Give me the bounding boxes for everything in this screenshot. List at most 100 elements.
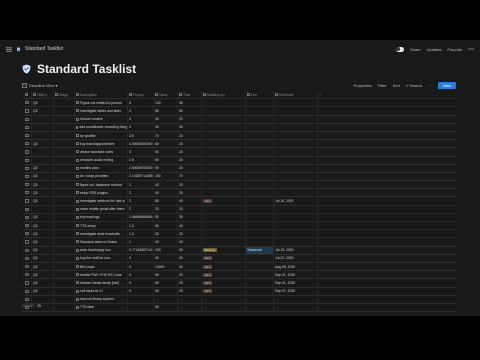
share-button[interactable]: Share xyxy=(410,47,421,52)
cell-value[interactable]: 40 xyxy=(154,123,178,131)
cell-stage[interactable] xyxy=(54,172,75,181)
checkbox[interactable] xyxy=(25,289,29,293)
row-checkbox-cell[interactable] xyxy=(22,164,32,172)
cell-time[interactable]: 20 xyxy=(178,148,202,156)
checkbox[interactable] xyxy=(25,199,29,203)
cell-description[interactable]: months plan xyxy=(75,164,128,172)
cell-priority[interactable]: 2 xyxy=(128,181,154,189)
cell-due[interactable] xyxy=(246,238,274,246)
row-checkbox-cell[interactable] xyxy=(22,131,32,140)
row-checkbox-cell[interactable] xyxy=(22,287,32,295)
row-checkbox-cell[interactable] xyxy=(22,246,32,254)
cell-time[interactable]: 60 xyxy=(178,107,202,115)
cell-modified[interactable]: Next xyxy=(202,254,246,262)
cell-priority[interactable]: 0 xyxy=(128,279,154,287)
cell-description[interactable]: Unlock content xyxy=(75,115,128,123)
header-priority[interactable]: Priority xyxy=(128,91,154,99)
row-checkbox-cell[interactable] xyxy=(22,107,32,115)
cell-due[interactable] xyxy=(246,213,274,221)
cell-priority[interactable]: 1.5 xyxy=(128,230,154,238)
cell-time[interactable]: 30 xyxy=(178,254,202,262)
cell-object[interactable]: Q3 xyxy=(32,140,54,148)
cell-due[interactable] xyxy=(246,271,274,279)
cell-priority[interactable]: 2 xyxy=(128,189,154,197)
cell-value[interactable]: 100 xyxy=(154,99,178,107)
cell-modified[interactable] xyxy=(202,115,246,123)
row-checkbox-cell[interactable] xyxy=(22,99,32,107)
breadcrumb[interactable]: Standard Tasklist xyxy=(6,46,63,52)
table-row[interactable]: Q3 investigate tables and stats 2 80 60 xyxy=(22,107,456,116)
filter-button[interactable]: Filter xyxy=(378,83,387,88)
cell-reminder[interactable] xyxy=(274,115,318,123)
cell-due[interactable] xyxy=(246,115,274,123)
cell-modified[interactable]: Next xyxy=(202,197,246,205)
checkbox[interactable] xyxy=(25,232,29,236)
cell-description[interactable]: Standard tasks to Notion xyxy=(75,238,128,246)
cell-priority[interactable]: 2.50000000000 xyxy=(128,164,154,172)
cell-object[interactable]: Q3 xyxy=(32,197,54,205)
cell-object[interactable]: Q3 xyxy=(32,246,54,254)
cell-description[interactable]: null tasks fix v1 xyxy=(75,287,128,295)
cell-due[interactable] xyxy=(246,123,274,131)
table-row[interactable]: Q3 investigate webhost for dad w 2 80 40 Next… xyxy=(22,197,456,206)
table-row[interactable]: Q3 Bill Leads 0 10000 30 Next Aug 05, 2020 xyxy=(22,262,456,272)
cell-due[interactable] xyxy=(246,181,274,189)
cell-time[interactable]: 20 xyxy=(178,164,202,172)
cell-reminder[interactable] xyxy=(274,172,318,181)
cell-stage[interactable] xyxy=(54,303,75,312)
cell-value[interactable]: 80 xyxy=(154,107,178,115)
cell-reminder[interactable] xyxy=(274,140,318,148)
table-row[interactable]: weave standard notes 3 60 20 xyxy=(22,148,456,157)
cell-value[interactable]: 20 xyxy=(154,205,178,213)
cell-reminder[interactable] xyxy=(274,238,318,246)
checkbox[interactable] xyxy=(25,224,29,228)
cell-value[interactable]: 150 xyxy=(154,172,178,181)
row-checkbox-cell[interactable] xyxy=(22,123,32,131)
cell-priority[interactable]: 2.5 xyxy=(128,156,154,164)
checkbox[interactable] xyxy=(25,133,29,138)
favorite-button[interactable]: Favorite xyxy=(448,47,462,52)
cell-stage[interactable] xyxy=(54,107,75,115)
cell-description[interactable]: figure out Japanese content xyxy=(75,181,128,189)
cell-priority[interactable]: 1 xyxy=(128,238,154,246)
cell-object[interactable] xyxy=(32,123,54,131)
cell-reminder[interactable]: Aug 05, 2020 xyxy=(274,262,318,271)
cell-reminder[interactable] xyxy=(274,148,318,156)
cell-modified[interactable] xyxy=(202,230,246,238)
checkbox[interactable] xyxy=(25,142,29,146)
cell-due[interactable] xyxy=(246,107,274,115)
cell-reminder[interactable] xyxy=(274,213,318,221)
cell-object[interactable]: Q3 xyxy=(32,287,54,295)
header-value[interactable]: Value xyxy=(154,91,178,99)
cell-object[interactable] xyxy=(32,156,54,164)
cell-priority[interactable]: 1.5 xyxy=(128,222,154,230)
cell-stage[interactable] xyxy=(54,181,75,189)
cell-due[interactable] xyxy=(246,131,274,140)
cell-reminder[interactable]: Jul 16, 2020 xyxy=(274,197,318,205)
cell-reminder[interactable] xyxy=(274,123,318,131)
cell-stage[interactable] xyxy=(54,222,75,230)
cell-value[interactable]: 80 xyxy=(154,197,178,205)
table-row[interactable]: research audio mixing 2.5 50 20 xyxy=(22,156,456,165)
cell-priority[interactable]: 2 xyxy=(128,107,154,115)
new-button[interactable]: New xyxy=(437,81,456,89)
cell-object[interactable]: Q3 xyxy=(32,213,54,221)
table-row[interactable]: try spotlite 3.5 70 20 xyxy=(22,131,456,141)
cell-description[interactable]: setup RSS plugins xyxy=(75,189,128,197)
cell-time[interactable]: 20 xyxy=(178,140,202,148)
cell-stage[interactable] xyxy=(54,295,75,303)
cell-priority[interactable]: 0 xyxy=(128,262,154,271)
cell-stage[interactable] xyxy=(54,148,75,156)
cell-value[interactable]: 60 xyxy=(154,148,178,156)
table-row[interactable]: Q3 Standard tasks to Notion 1 40 40 xyxy=(22,238,456,247)
cell-priority[interactable]: 4 xyxy=(128,115,154,123)
cell-description[interactable]: add social/lower recording thing xyxy=(75,123,128,131)
cell-modified[interactable] xyxy=(202,131,246,140)
cell-due[interactable] xyxy=(246,99,274,107)
cell-due[interactable] xyxy=(246,189,274,197)
cell-modified[interactable] xyxy=(202,205,246,213)
cell-description[interactable]: investigate tables and stats xyxy=(75,107,128,115)
cell-priority[interactable]: 3.00000000000 xyxy=(128,140,154,148)
checkbox[interactable] xyxy=(25,273,29,277)
cell-modified[interactable] xyxy=(202,181,246,189)
